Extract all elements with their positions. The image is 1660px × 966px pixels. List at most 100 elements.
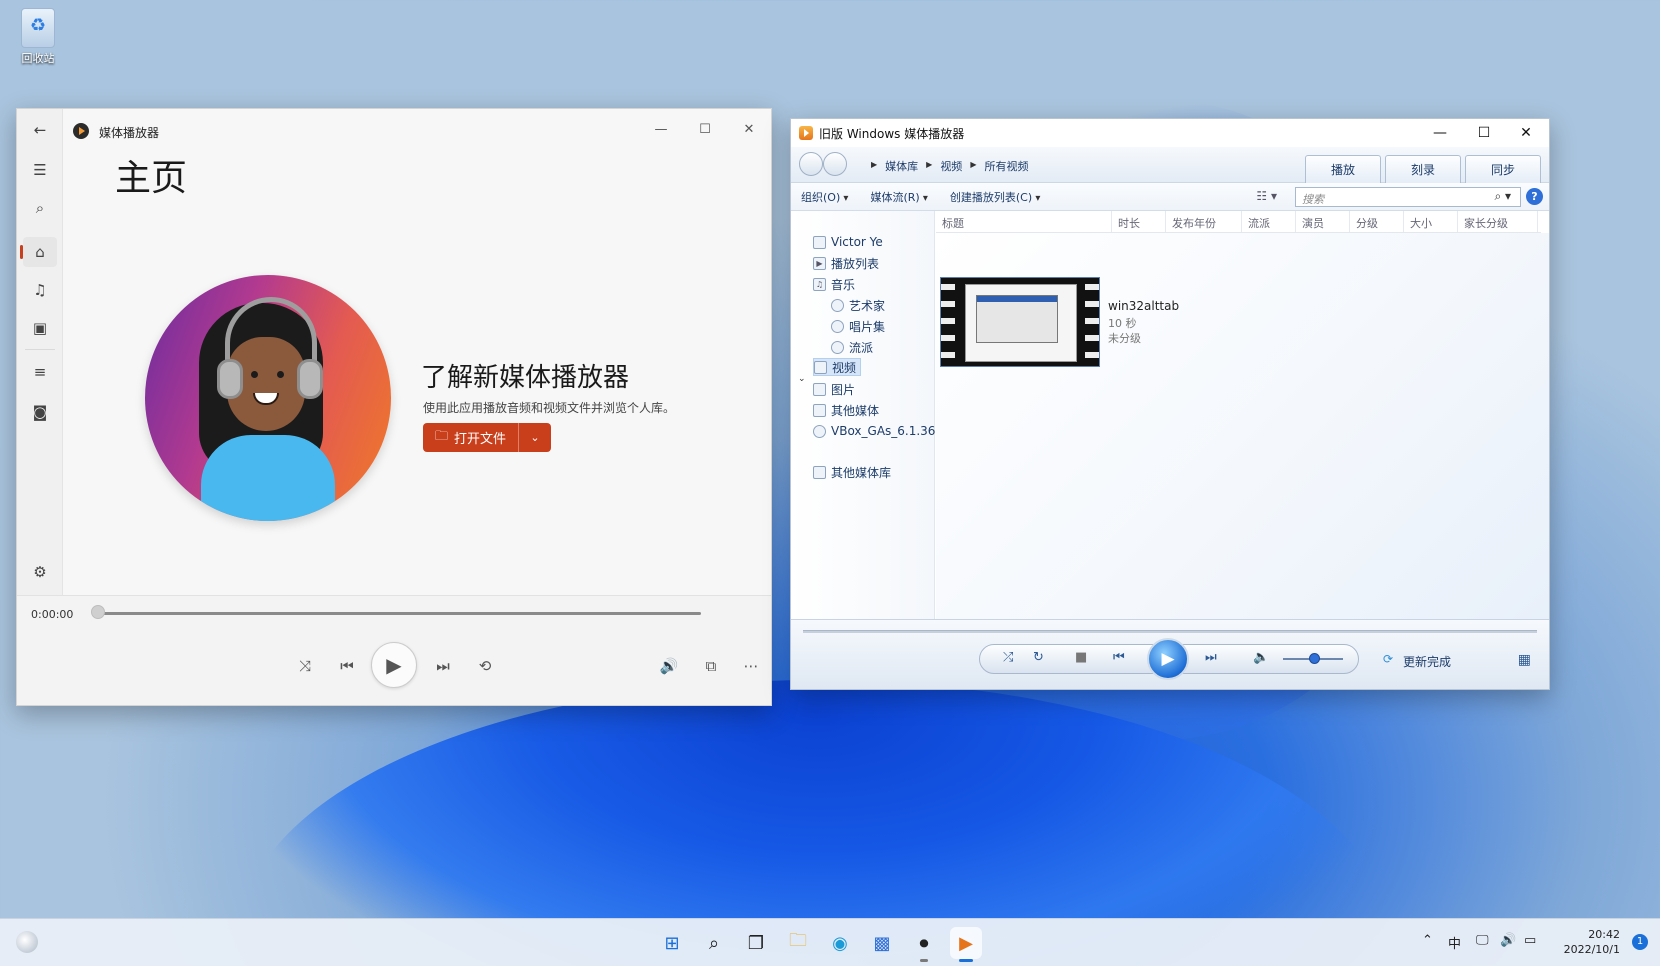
- taskbar-search-button[interactable]: ⌕: [698, 927, 730, 959]
- repeat-button[interactable]: ⟲: [471, 652, 499, 680]
- maximize-button[interactable]: ☐: [685, 117, 725, 141]
- chevron-down-icon[interactable]: ⌄: [798, 374, 806, 384]
- library-tree: ⌄ Victor Ye ▶ 播放列表 ♫ 音乐 艺术家 唱片集 流派 视频 图片 其…: [791, 211, 947, 621]
- video-title[interactable]: win32alttab: [1108, 299, 1179, 313]
- column-genre[interactable]: 流派: [1242, 211, 1296, 232]
- nav-playlists[interactable]: ◙: [23, 397, 57, 427]
- next-icon: ⏭: [436, 657, 450, 675]
- volume-button[interactable]: 🔊: [655, 652, 683, 680]
- volume-thumb[interactable]: [1309, 653, 1320, 664]
- tree-item-genres[interactable]: 流派: [831, 338, 873, 356]
- tree-item-other-libraries[interactable]: 其他媒体库: [813, 463, 891, 481]
- shuffle-button[interactable]: ⤮: [1003, 650, 1013, 665]
- column-size[interactable]: 大小: [1404, 211, 1458, 232]
- edge-browser-icon: ◉: [832, 932, 848, 954]
- taskbar-media-player[interactable]: ⏺: [908, 927, 940, 962]
- clock[interactable]: 20:42 2022/10/1: [1564, 927, 1620, 957]
- search-button[interactable]: ⌕: [23, 193, 57, 223]
- media-player-icon: ⏺: [919, 932, 929, 954]
- previous-button[interactable]: ⏮: [333, 652, 361, 680]
- edge-button[interactable]: ◉: [824, 927, 856, 959]
- tree-item-other-media[interactable]: 其他媒体: [813, 401, 879, 419]
- wmp-play-button[interactable]: ▶: [1147, 638, 1189, 680]
- tree-item-playlists[interactable]: ▶ 播放列表: [813, 254, 879, 272]
- task-view-button[interactable]: ❐: [740, 927, 772, 959]
- nav-video[interactable]: ▣: [23, 313, 57, 343]
- nav-rail: ← ☰ ⌕ ⌂ ♫ ▣ ≡ ◙ ⚙: [17, 109, 63, 597]
- wmp-close-button[interactable]: ✕: [1505, 121, 1547, 145]
- shuffle-button[interactable]: ⤨: [291, 652, 319, 680]
- wmp-back-button[interactable]: [799, 152, 823, 176]
- column-rating[interactable]: 分级: [1350, 211, 1404, 232]
- notification-badge[interactable]: 1: [1632, 934, 1648, 950]
- wmp-forward-button[interactable]: [823, 152, 847, 176]
- tree-item-pictures[interactable]: 图片: [813, 380, 855, 398]
- mute-button[interactable]: 🔈: [1253, 650, 1269, 665]
- store-button[interactable]: ▩: [866, 927, 898, 959]
- wmp-minimize-button[interactable]: —: [1419, 121, 1461, 145]
- folder-icon: 🗀: [789, 930, 807, 951]
- seek-bar[interactable]: [97, 612, 701, 615]
- tab-play[interactable]: 播放: [1305, 155, 1381, 183]
- tree-item-label: 其他媒体库: [831, 465, 892, 480]
- minimize-button[interactable]: —: [641, 117, 681, 141]
- tree-item-music[interactable]: ♫ 音乐: [813, 275, 855, 293]
- wmp-seek-bar[interactable]: [803, 630, 1537, 633]
- nav-play-queue[interactable]: ≡: [23, 357, 57, 387]
- tree-item-albums[interactable]: 唱片集: [831, 317, 885, 335]
- network-icon[interactable]: 🖵: [1476, 933, 1489, 948]
- settings-button[interactable]: ⚙: [23, 557, 57, 587]
- next-button[interactable]: ⏭: [1205, 650, 1217, 665]
- tree-item-vbox-disc[interactable]: VBox_GAs_6.1.36 (I: [813, 422, 947, 440]
- breadcrumb-all-videos[interactable]: 所有视频: [984, 158, 1028, 174]
- ime-indicator[interactable]: 中: [1448, 933, 1461, 952]
- nav-home[interactable]: ⌂: [20, 237, 57, 267]
- tab-burn[interactable]: 刻录: [1385, 155, 1461, 183]
- column-length[interactable]: 时长: [1112, 211, 1166, 232]
- next-button[interactable]: ⏭: [429, 652, 457, 680]
- tab-sync[interactable]: 同步: [1465, 155, 1541, 183]
- column-title[interactable]: 标题: [936, 211, 1112, 232]
- column-parental-rating[interactable]: 家长分级: [1458, 211, 1538, 232]
- play-button[interactable]: ▶: [371, 642, 417, 688]
- breadcrumb-library[interactable]: 媒体库: [885, 158, 918, 174]
- help-icon[interactable]: ?: [1526, 188, 1543, 205]
- column-actors[interactable]: 演员: [1296, 211, 1350, 232]
- more-button[interactable]: ⋯: [737, 652, 765, 680]
- tree-item-artists[interactable]: 艺术家: [831, 296, 885, 314]
- stop-button[interactable]: ■: [1075, 650, 1087, 665]
- widgets-icon[interactable]: [16, 931, 38, 953]
- tree-item-videos[interactable]: 视频: [813, 358, 862, 376]
- video-thumbnail[interactable]: [940, 277, 1100, 367]
- show-hidden-icons-button[interactable]: ⌃: [1422, 933, 1433, 948]
- menu-button[interactable]: ☰: [23, 155, 57, 185]
- view-options-icon[interactable]: ☷ ▾: [1256, 189, 1277, 203]
- taskbar-legacy-wmp[interactable]: ▶: [950, 927, 982, 962]
- start-button[interactable]: ⊞: [656, 927, 688, 959]
- tree-item-user[interactable]: Victor Ye: [813, 233, 883, 251]
- previous-button[interactable]: ⏮: [1113, 650, 1125, 665]
- back-button[interactable]: ←: [23, 115, 57, 145]
- search-input[interactable]: 搜索: [1295, 187, 1521, 207]
- battery-icon[interactable]: ▭: [1524, 933, 1536, 948]
- breadcrumb-video[interactable]: 视频: [940, 158, 962, 174]
- repeat-button[interactable]: ↻: [1033, 650, 1044, 665]
- file-explorer-button[interactable]: 🗀: [782, 927, 814, 959]
- switch-to-now-playing-icon[interactable]: ▦: [1518, 652, 1531, 668]
- column-release-year[interactable]: 发布年份: [1166, 211, 1242, 232]
- recycle-bin-shortcut[interactable]: 回收站: [14, 8, 62, 66]
- volume-icon[interactable]: 🔊: [1500, 933, 1516, 948]
- close-button[interactable]: ✕: [729, 117, 769, 141]
- mini-player-button[interactable]: ⧉: [697, 652, 725, 680]
- search-icon[interactable]: ⌕ ▾: [1494, 189, 1511, 204]
- tree-item-label: 唱片集: [849, 319, 886, 334]
- create-playlist-menu[interactable]: 创建播放列表(C): [950, 189, 1040, 205]
- nav-music[interactable]: ♫: [23, 275, 57, 305]
- open-file-dropdown-button[interactable]: ⌄: [519, 423, 551, 452]
- organize-menu[interactable]: 组织(O): [801, 189, 848, 205]
- stream-menu[interactable]: 媒体流(R): [870, 189, 927, 205]
- wmp-maximize-button[interactable]: ☐: [1463, 121, 1505, 145]
- open-file-button[interactable]: 🗀 打开文件: [423, 423, 520, 452]
- previous-icon: ⏮: [1113, 650, 1125, 665]
- seek-thumb[interactable]: [91, 605, 105, 619]
